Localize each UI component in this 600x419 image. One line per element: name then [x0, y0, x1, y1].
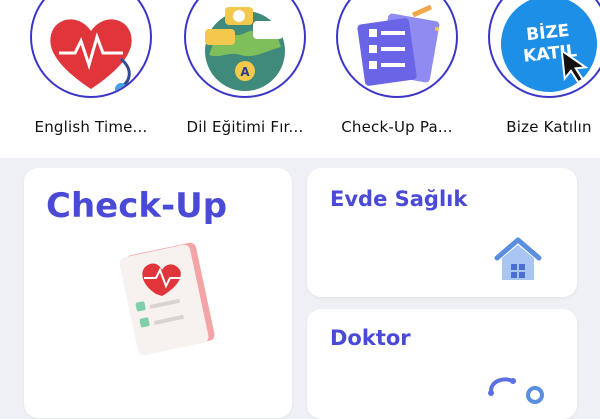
story-english-time[interactable]: English Time...: [16, 0, 166, 150]
heart-pulse-icon: [50, 19, 132, 95]
story-join-us[interactable]: BİZE KATIL Bize Katılın: [474, 0, 600, 150]
story-label: Check-Up Pa...: [341, 118, 453, 136]
story-ring: BİZE KATIL: [488, 0, 600, 98]
story-ring: A: [184, 0, 306, 98]
svg-text:A: A: [240, 65, 250, 79]
house-icon: [494, 237, 542, 280]
story-language-training[interactable]: A Dil Eğitimi Fır...: [170, 0, 320, 150]
checkup-card-title: Check-Up: [46, 186, 228, 226]
story-ring: [336, 0, 458, 98]
doctor-card[interactable]: Doktor: [307, 309, 577, 419]
story-checkup-packages[interactable]: Check-Up Pa...: [322, 0, 472, 150]
story-label: Bize Katılın: [506, 118, 592, 136]
cursor-icon: [560, 48, 589, 84]
stethoscope-icon: [488, 377, 544, 404]
checklist-icon: [357, 4, 440, 86]
home-health-card-title: Evde Sağlık: [330, 187, 468, 211]
story-ring: [30, 0, 152, 98]
join-us-badge-icon: BİZE KATIL: [496, 0, 600, 96]
story-label: Dil Eğitimi Fır...: [186, 118, 304, 136]
globe-language-icon: A: [205, 7, 285, 91]
medical-report-heart-icon: [119, 242, 215, 356]
doctor-card-title: Doktor: [330, 326, 411, 350]
home-health-card[interactable]: Evde Sağlık: [307, 168, 577, 297]
story-label: English Time...: [34, 118, 148, 136]
stories-strip: English Time... A Dil Eğitimi Fır... Che…: [0, 0, 600, 158]
checkup-card[interactable]: Check-Up: [24, 168, 292, 418]
